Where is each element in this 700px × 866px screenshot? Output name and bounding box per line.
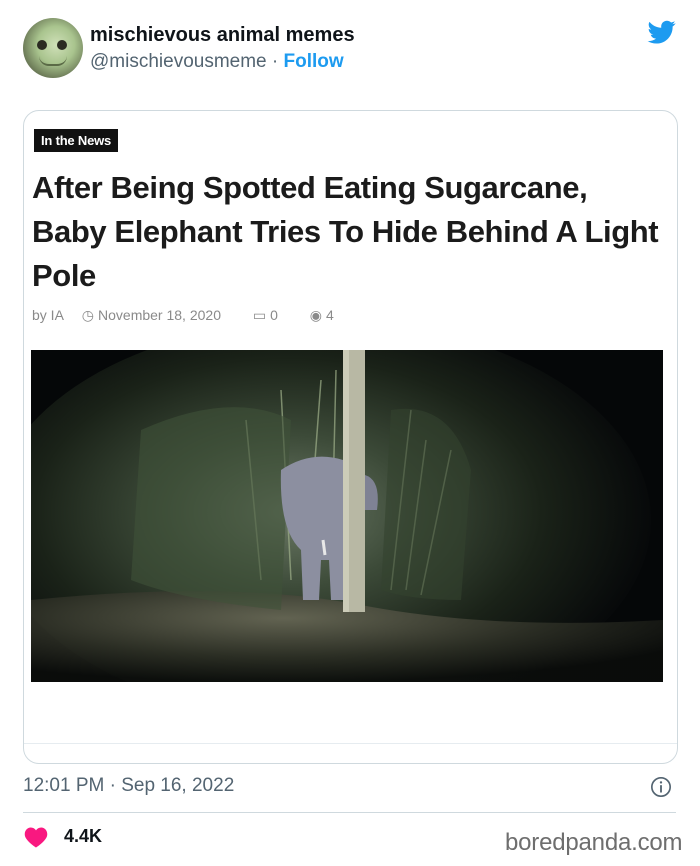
eye-icon: ◉ [309, 307, 323, 323]
boredpanda-watermark: boredpanda.com [505, 829, 683, 856]
elephant-photo-illustration [31, 350, 663, 682]
article-date-group: ◷ November 18, 2020 [82, 307, 235, 323]
article-headline: After Being Spotted Eating Sugarcane, Ba… [32, 170, 659, 293]
author-handle-line: @mischievousmeme · Follow [90, 51, 344, 73]
like-count: 4.4K [64, 826, 103, 846]
author-avatar[interactable] [23, 18, 83, 78]
views-group: ◉ 4 [310, 307, 348, 323]
comments-group: ▭ 0 [253, 307, 292, 323]
follow-button[interactable]: Follow [284, 51, 344, 72]
tweet-header: mischievous animal memes @mischievousmem… [0, 0, 700, 100]
avatar-eye-left [37, 40, 47, 50]
avatar-mouth [39, 56, 67, 66]
twitter-bird-icon[interactable] [646, 18, 678, 46]
author-name[interactable]: mischievous animal memes [90, 24, 355, 47]
author-handle[interactable]: @mischievousmeme [90, 51, 267, 72]
article-card[interactable]: In the News After Being Spotted Eating S… [23, 110, 678, 764]
comment-count: 0 [270, 307, 278, 323]
heart-icon[interactable] [24, 826, 48, 848]
avatar-eye-right [57, 40, 67, 50]
news-tag: In the News [34, 129, 119, 152]
article-date: November 18, 2020 [98, 307, 221, 323]
tweet-timestamp[interactable]: 12:01 PM · Sep 16, 2022 [23, 775, 234, 797]
comment-icon: ▭ [252, 307, 267, 323]
article-byline: by IA [32, 307, 64, 323]
footer-divider [23, 812, 676, 813]
article-photo [31, 350, 663, 682]
info-icon[interactable] [650, 776, 672, 798]
article-meta: by IA ◷ November 18, 2020 ▭ 0 ◉ 4 [32, 307, 362, 324]
handle-separator: · [266, 51, 284, 72]
clock-icon: ◷ [81, 307, 95, 323]
view-count: 4 [326, 307, 334, 323]
card-footer-divider [24, 743, 677, 744]
